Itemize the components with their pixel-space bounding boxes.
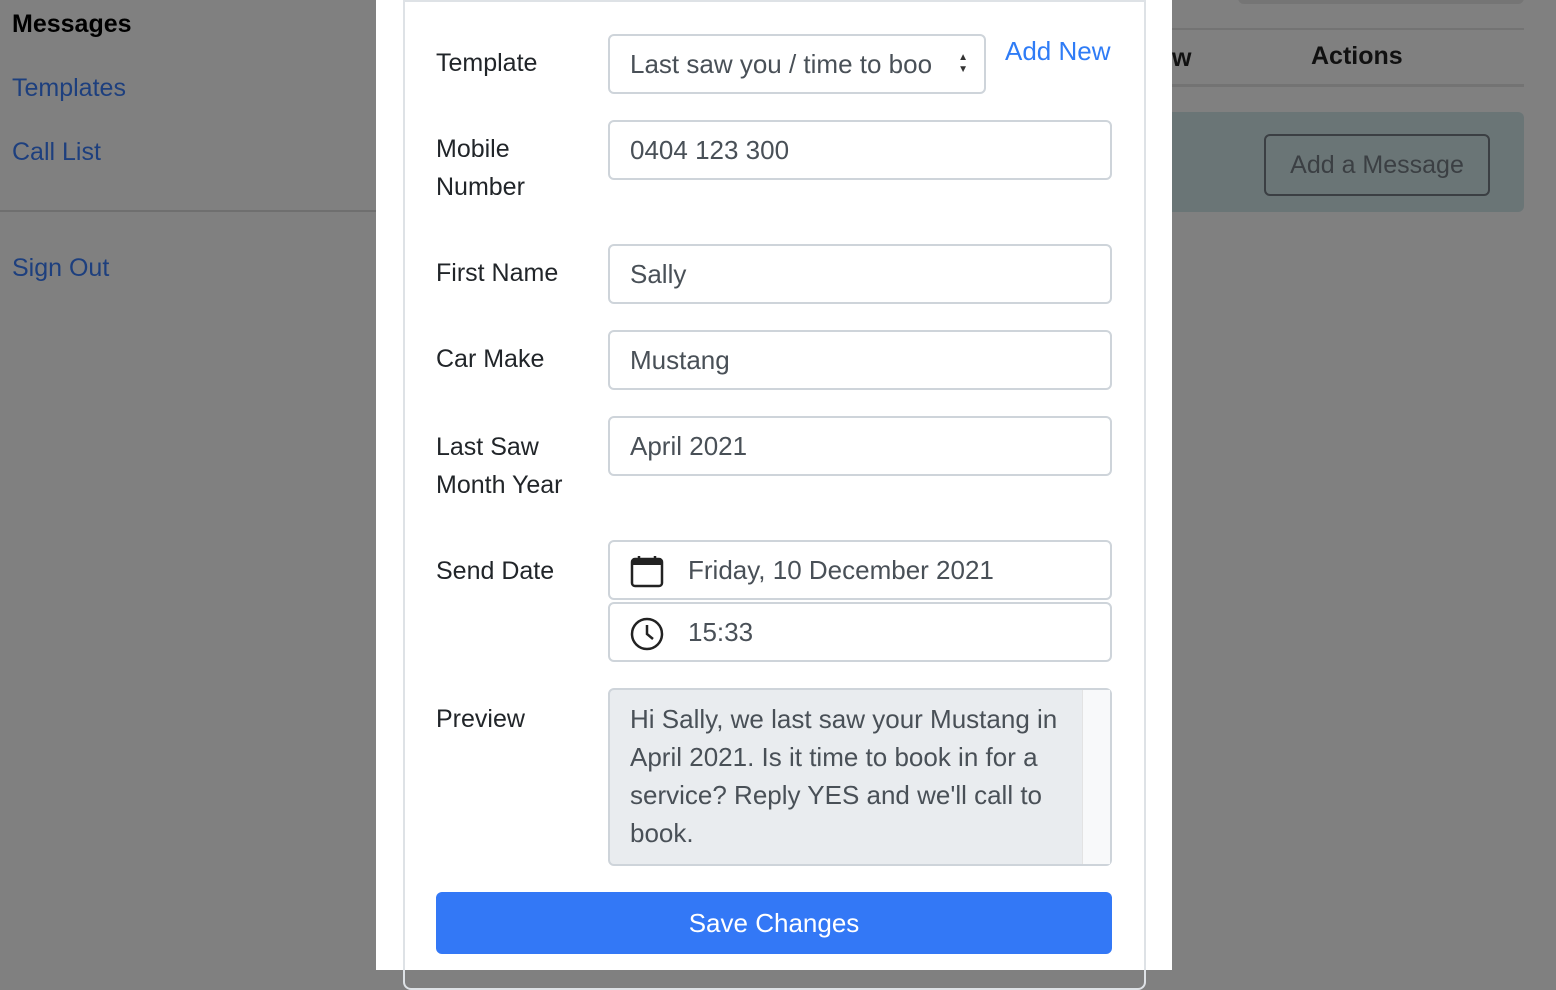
sidebar-title: Messages [12, 10, 132, 38]
sidebar: Messages Templates Call List Sign Out [0, 0, 376, 970]
car-make-label: Car Make [436, 345, 545, 373]
first-name-label: First Name [436, 259, 559, 287]
clock-icon [630, 617, 664, 651]
sign-out-link[interactable]: Sign Out [12, 254, 109, 283]
preview-text: Hi Sally, we last saw your Mustang in Ap… [630, 704, 1058, 848]
add-message-button[interactable]: Add a Message [1264, 134, 1490, 196]
background-bar [1238, 0, 1524, 4]
background-main: w Actions Add a Message [1172, 0, 1556, 970]
last-saw-label: Last Saw Month Year [436, 433, 563, 499]
template-select[interactable]: Last saw you / time to boo ▲ ▼ [608, 34, 986, 94]
table-header-border [1172, 84, 1524, 87]
save-changes-button[interactable]: Save Changes [436, 892, 1112, 954]
preview-label: Preview [436, 705, 525, 733]
sidebar-item-call-list[interactable]: Call List [12, 138, 101, 167]
preview-textarea[interactable]: Hi Sally, we last saw your Mustang in Ap… [608, 688, 1112, 866]
add-new-template-link[interactable]: Add New [1005, 36, 1111, 67]
calendar-icon [630, 556, 664, 588]
sidebar-item-templates[interactable]: Templates [12, 74, 126, 103]
send-time-value: 15:33 [688, 617, 754, 647]
table-top-border [1172, 28, 1524, 30]
mobile-number-input[interactable]: 0404 123 300 [608, 120, 1112, 180]
send-date-input[interactable]: Friday, 10 December 2021 [608, 540, 1112, 600]
preview-scrollbar[interactable] [1082, 690, 1110, 864]
mobile-number-label: Mobile Number [436, 135, 525, 201]
template-label: Template [436, 49, 538, 77]
last-saw-input[interactable]: April 2021 [608, 416, 1112, 476]
sidebar-divider [0, 210, 376, 212]
column-header-partial: w [1172, 44, 1192, 72]
empty-state-row: Add a Message [1172, 112, 1524, 212]
edit-message-modal: Template Last saw you / time to boo ▲ ▼ A… [376, 0, 1172, 990]
send-date-label: Send Date [436, 557, 555, 585]
select-arrows-icon: ▲ ▼ [958, 52, 968, 75]
car-make-input[interactable]: Mustang [608, 330, 1112, 390]
send-date-value: Friday, 10 December 2021 [688, 555, 994, 585]
column-header-actions: Actions [1311, 42, 1403, 70]
template-select-value: Last saw you / time to boo [630, 49, 933, 79]
first-name-input[interactable]: Sally [608, 244, 1112, 304]
send-time-input[interactable]: 15:33 [608, 602, 1112, 662]
